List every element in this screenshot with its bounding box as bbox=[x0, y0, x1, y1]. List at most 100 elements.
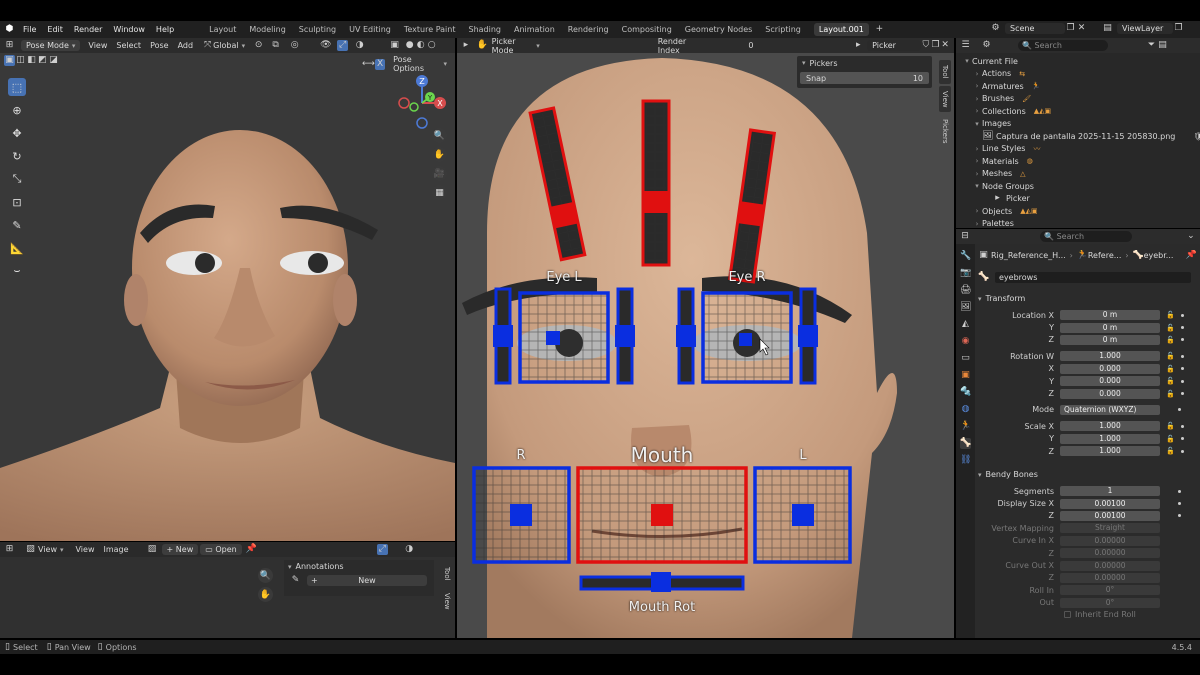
picker-select-icon[interactable]: ▸ bbox=[853, 40, 863, 51]
properties-editor[interactable]: ⊟ 🔍 Search ⌄ 🔧 📷 🖨 🖼 ◭ ◉ ▭ ▣ 🔩 ◍ 🏃 🦴 ⛓ ▣… bbox=[956, 229, 1200, 638]
property-value-field[interactable]: 0 m bbox=[1060, 310, 1160, 321]
outliner-item[interactable]: › Actions ⇆ bbox=[956, 68, 1200, 81]
lock-icon[interactable]: 🔓 bbox=[1166, 447, 1175, 455]
keyframe-dot-icon[interactable] bbox=[1180, 379, 1184, 383]
properties-options-icon[interactable]: ⌄ bbox=[1186, 231, 1196, 242]
outliner-item[interactable]: ▾ Images bbox=[956, 118, 1200, 131]
view-layer-tab-icon[interactable]: 🖼 bbox=[960, 302, 971, 313]
relax-tool-icon[interactable]: ⌣ bbox=[8, 262, 26, 280]
workspace-tab-compositing[interactable]: Compositing bbox=[622, 25, 672, 34]
picker-shield-icon[interactable]: ⛉ bbox=[921, 40, 931, 51]
picker-eye-l-outer-slider[interactable] bbox=[493, 287, 513, 385]
outliner-item[interactable]: ▾ Node Groups bbox=[956, 180, 1200, 193]
camera-icon[interactable]: 🎥 bbox=[432, 166, 447, 181]
breadcrumb-pin-icon[interactable]: 📌 bbox=[1185, 250, 1196, 261]
copy-view-layer-icon[interactable]: ❐ bbox=[1173, 23, 1184, 34]
outliner[interactable]: ☰ ⚙ 🔍 Search ⏷ ▤ ▾ Current File › Actions ⇆ ›… bbox=[956, 38, 1200, 228]
pickers-panel-header[interactable]: ▾ Pickers bbox=[797, 56, 932, 70]
lock-icon[interactable]: 🔓 bbox=[1166, 435, 1175, 443]
bone-tab-icon[interactable]: 🦴 bbox=[960, 438, 971, 449]
workspace-tab-shading[interactable]: Shading bbox=[468, 25, 501, 34]
delete-scene-icon[interactable]: ✕ bbox=[1076, 23, 1087, 34]
picker-editor-type-icon[interactable]: ▸ bbox=[461, 40, 471, 51]
annotate-tool-icon[interactable]: ✎ bbox=[8, 216, 26, 234]
outliner-item[interactable]: › Armatures 🏃 bbox=[956, 80, 1200, 93]
image-overlay-icon[interactable]: ◑ bbox=[404, 544, 415, 555]
move-tool-icon[interactable]: ✥ bbox=[8, 124, 26, 142]
object-tab-icon[interactable]: ▣ bbox=[960, 370, 971, 381]
keyframe-dot-icon[interactable] bbox=[1180, 354, 1184, 358]
display-mode-icon[interactable]: ⚙ bbox=[981, 40, 992, 51]
lock-icon[interactable]: 🔓 bbox=[1166, 390, 1175, 398]
view-layer-icon[interactable]: ▤ bbox=[1102, 23, 1113, 34]
outliner-item[interactable]: › Palettes bbox=[956, 218, 1200, 228]
physics-tab-icon[interactable]: ◍ bbox=[960, 404, 971, 415]
outliner-item[interactable]: › Brushes 🖌 bbox=[956, 93, 1200, 106]
outliner-item[interactable]: › Line Styles 〰 bbox=[956, 143, 1200, 156]
scene-tab-icon[interactable]: ◭ bbox=[960, 319, 971, 330]
lock-icon[interactable]: 🔓 bbox=[1166, 336, 1175, 344]
keyframe-dot-icon[interactable] bbox=[1178, 489, 1181, 493]
lock-icon[interactable]: 🔓 bbox=[1166, 365, 1175, 373]
menu-edit[interactable]: Edit bbox=[47, 25, 63, 34]
keyframe-dot-icon[interactable] bbox=[1180, 437, 1184, 441]
workspace-tab-scripting[interactable]: Scripting bbox=[765, 25, 801, 34]
scene-icon[interactable]: ⚙ bbox=[990, 23, 1001, 34]
picker-canvas[interactable]: Eye L Eye R R Mouth L Mouth Rot bbox=[457, 53, 954, 638]
property-value-field[interactable]: 0.00100 bbox=[1060, 510, 1160, 521]
image-menu-image[interactable]: Image bbox=[103, 545, 128, 554]
keyframe-dot-icon[interactable] bbox=[1178, 514, 1181, 518]
property-value-field[interactable]: 1 bbox=[1060, 486, 1160, 497]
image-view-dropdown[interactable]: View bbox=[38, 545, 64, 554]
transform-tool-icon[interactable]: ⊡ bbox=[8, 193, 26, 211]
properties-type-icon[interactable]: ⊟ bbox=[960, 231, 970, 242]
expand-down-icon[interactable]: ▾ bbox=[972, 120, 982, 128]
keyframe-dot-icon[interactable] bbox=[1180, 392, 1184, 396]
keyframe-dot-icon[interactable] bbox=[1180, 424, 1184, 428]
scale-tool-icon[interactable]: ⤡ bbox=[8, 170, 26, 188]
picker-eye-l-inner-slider[interactable] bbox=[615, 287, 635, 385]
outliner-search-input[interactable]: 🔍 Search bbox=[1018, 40, 1108, 51]
render-index-value[interactable]: 0 bbox=[748, 41, 753, 50]
bone-name-field[interactable]: eyebrows bbox=[995, 272, 1191, 283]
collection-tab-icon[interactable]: ▭ bbox=[960, 353, 971, 364]
expand-right-icon[interactable]: › bbox=[972, 95, 982, 103]
pin-icon[interactable]: 📌 bbox=[246, 544, 257, 555]
keyframe-dot-icon[interactable] bbox=[1178, 408, 1181, 412]
picker-tab-tool[interactable]: Tool bbox=[939, 60, 951, 84]
pan-hand-icon[interactable]: ✋ bbox=[432, 147, 447, 162]
fake-user-icon[interactable]: 🛡 bbox=[1193, 132, 1200, 141]
workspace-tab-layout-001[interactable]: Layout.001 bbox=[813, 23, 869, 36]
navigation-gizmo[interactable]: Z X Y bbox=[398, 73, 450, 133]
picker-mouth-l-box[interactable] bbox=[753, 466, 852, 564]
outliner-item[interactable]: ▸ Picker bbox=[956, 193, 1200, 206]
outliner-item[interactable]: ▾ Current File bbox=[956, 55, 1200, 68]
workspace-tab-texture-paint[interactable]: Texture Paint bbox=[404, 25, 456, 34]
keyframe-dot-icon[interactable] bbox=[1180, 367, 1184, 371]
image-editor[interactable]: ⊞ ▨ View View Image ▨ + New ▭ Open 📌 ⤢ ◑… bbox=[0, 542, 455, 638]
view-layer-field[interactable]: ViewLayer bbox=[1117, 23, 1173, 34]
lock-icon[interactable]: 🔓 bbox=[1166, 324, 1175, 332]
workspace-tab-sculpting[interactable]: Sculpting bbox=[299, 25, 336, 34]
picker-eye-r-inner-slider[interactable] bbox=[676, 287, 696, 385]
expand-right-icon[interactable]: › bbox=[972, 145, 982, 153]
expand-down-icon[interactable]: ▾ bbox=[962, 57, 972, 65]
lock-icon[interactable]: 🔓 bbox=[1166, 352, 1175, 360]
world-tab-icon[interactable]: ◉ bbox=[960, 336, 971, 347]
properties-search-input[interactable]: 🔍 Search bbox=[1040, 231, 1132, 242]
outliner-item[interactable]: › Meshes △ bbox=[956, 168, 1200, 181]
property-value-field[interactable]: 1.000 bbox=[1060, 446, 1160, 457]
lock-icon[interactable]: 🔓 bbox=[1166, 422, 1175, 430]
image-menu-view[interactable]: View bbox=[76, 545, 95, 554]
expand-down-icon[interactable]: ▾ bbox=[972, 182, 982, 190]
breadcrumb-bone[interactable]: eyebr... bbox=[1144, 251, 1174, 260]
add-workspace-icon[interactable]: + bbox=[874, 24, 885, 35]
bone-constraint-tab-icon[interactable]: ⛓ bbox=[960, 455, 971, 466]
workspace-tab-animation[interactable]: Animation bbox=[514, 25, 555, 34]
outliner-type-icon[interactable]: ☰ bbox=[960, 40, 971, 51]
new-image-button[interactable]: + New bbox=[161, 544, 199, 555]
property-value-field[interactable]: 1.000 bbox=[1060, 421, 1160, 432]
render-tab-icon[interactable]: 📷 bbox=[960, 268, 971, 279]
lock-icon[interactable]: 🔓 bbox=[1166, 377, 1175, 385]
workspace-tab-layout[interactable]: Layout bbox=[209, 25, 236, 34]
